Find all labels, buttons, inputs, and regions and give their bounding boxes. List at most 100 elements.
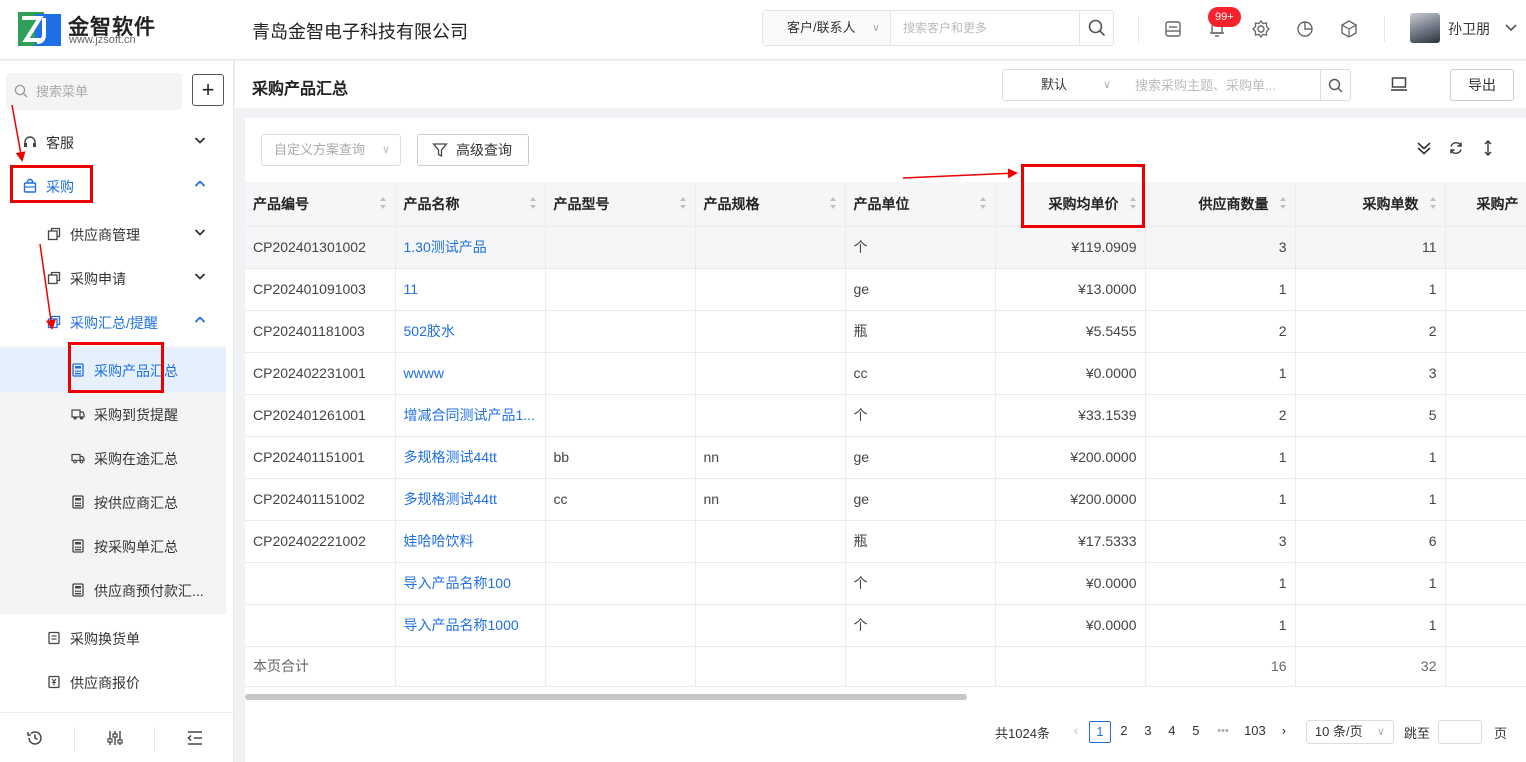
product-name-cell[interactable]: 增减合同测试产品1... (395, 394, 546, 437)
table-row[interactable]: CP202401151001 多规格测试44tt bb nn ge ¥200.0000 1 1 (245, 436, 1526, 479)
product-name-cell[interactable]: 11 (395, 268, 546, 311)
column-header[interactable]: 产品名称 (395, 182, 546, 227)
sidebar-item-label: 采购 (46, 179, 74, 195)
sidebar-item-supplier-management[interactable]: 供应商管理 (0, 212, 226, 256)
order-count-cell: 1 (1295, 268, 1446, 311)
user-name[interactable]: 孙卫朋 (1448, 19, 1490, 39)
sort-icon[interactable] (1279, 194, 1287, 212)
table-row[interactable]: CP202401261001 增减合同测试产品1... 个 ¥33.1539 2 5 (245, 394, 1526, 437)
sidebar-item-in-transit-summary[interactable]: 采购在途汇总 (0, 436, 226, 480)
column-header[interactable]: 产品规格 (695, 182, 846, 227)
add-menu-button[interactable]: + (192, 74, 224, 106)
view-select[interactable]: 默认 ∨ (1002, 69, 1124, 101)
sidebar-item-product-summary[interactable]: 采购产品汇总 (0, 348, 226, 392)
table-row[interactable]: CP202402221002 娃哈哈饮料 瓶 ¥17.5333 3 6 (245, 520, 1526, 563)
order-count-cell: 11 (1295, 226, 1446, 269)
order-count-cell: 1 (1295, 562, 1446, 605)
logo[interactable]: 金智软件 www.jzsoft.cn (18, 10, 158, 50)
column-header[interactable]: 采购单数 (1295, 182, 1446, 227)
product-name-cell[interactable]: 导入产品名称1000 (395, 604, 546, 647)
page-2[interactable]: 2 (1113, 721, 1135, 743)
search-type-select[interactable]: 客户/联系人 ∨ (763, 11, 891, 45)
search-button[interactable] (1079, 11, 1113, 45)
table-row[interactable]: CP202401091003 11 ge ¥13.0000 1 1 (245, 268, 1526, 311)
page-ellipsis[interactable]: ••• (1209, 721, 1237, 743)
avatar[interactable] (1410, 13, 1440, 43)
page-size-select[interactable]: 10 条/页 ∨ (1305, 720, 1394, 744)
product-name-cell[interactable]: 502胶水 (395, 310, 546, 353)
export-button[interactable]: 导出 (1450, 69, 1514, 101)
chevron-down-icon: ∨ (1376, 726, 1385, 738)
sidebar-item-supplier-summary[interactable]: 按供应商汇总 (0, 480, 226, 524)
sort-icon[interactable] (529, 194, 537, 212)
page-unit-label: 页 (1493, 725, 1507, 741)
product-unit-cell: 个 (845, 226, 996, 269)
sidebar-item-supplier-quote[interactable]: 供应商报价 (0, 660, 226, 704)
product-name-cell[interactable]: wwww (395, 352, 546, 395)
horizontal-scrollbar[interactable] (245, 692, 1526, 702)
table-row[interactable]: CP202402231001 wwww cc ¥0.0000 1 3 (245, 352, 1526, 395)
jump-page-input[interactable] (1437, 720, 1482, 744)
sidebar-item-exchange-order[interactable]: 采购换货单 (0, 616, 226, 660)
history-icon[interactable] (24, 727, 46, 749)
scrollbar-thumb[interactable] (245, 694, 967, 700)
prev-page-icon[interactable]: ‹ (1065, 721, 1087, 743)
product-name-cell[interactable]: 多规格测试44tt (395, 436, 546, 479)
search-button[interactable] (1320, 69, 1351, 101)
sort-icon[interactable] (1129, 194, 1137, 212)
inbox-icon[interactable] (1161, 17, 1185, 41)
sidebar-item-order-summary[interactable]: 按采购单汇总 (0, 524, 226, 568)
purchase-search-input[interactable] (1123, 69, 1321, 101)
menu-search-input[interactable] (6, 73, 182, 110)
column-header[interactable]: 产品单位 (845, 182, 996, 227)
table-row[interactable]: CP202401151002 多规格测试44tt cc nn ge ¥200.0000 1 1 (245, 478, 1526, 521)
collapse-menu-icon[interactable] (184, 727, 206, 749)
table-row[interactable]: CP202401301002 1.30测试产品 个 ¥119.0909 3 11 (245, 226, 1526, 269)
table-row[interactable]: 导入产品名称100 个 ¥0.0000 1 1 (245, 562, 1526, 605)
product-name-cell[interactable]: 多规格测试44tt (395, 478, 546, 521)
product-name-cell[interactable]: 1.30测试产品 (395, 226, 546, 269)
global-search-input[interactable] (891, 11, 1081, 45)
sidebar-item-purchase[interactable]: 采购 (0, 164, 226, 208)
table-row[interactable]: CP202401181003 502胶水瓶 ¥5.5455 2 2 (245, 310, 1526, 353)
chevron-down-icon (194, 273, 206, 280)
supplier-count-cell: 1 (1145, 436, 1296, 479)
sort-icon[interactable] (379, 194, 387, 212)
sidebar: + 客服 采购 供应商管理 采购申请 采购汇总/提醒 采购产品汇总 采购到货提醒 (0, 61, 234, 762)
chevron-down-icon[interactable] (1504, 20, 1518, 34)
quote-icon (46, 674, 62, 690)
sort-icon[interactable] (1429, 194, 1437, 212)
next-page-icon[interactable]: › (1273, 721, 1295, 743)
sort-icon[interactable] (679, 194, 687, 212)
product-name-cell[interactable]: 导入产品名称100 (395, 562, 546, 605)
product-unit-cell: ge (845, 268, 996, 311)
sidebar-item-arrival-reminder[interactable]: 采购到货提醒 (0, 392, 226, 436)
sidebar-item-purchase-request[interactable]: 采购申请 (0, 256, 226, 300)
monitor-icon[interactable] (1390, 75, 1408, 93)
column-header[interactable]: 产品编号 (245, 182, 396, 227)
column-header[interactable]: 产品型号 (545, 182, 696, 227)
page-1[interactable]: 1 (1088, 721, 1111, 743)
cube-icon[interactable] (1337, 17, 1361, 41)
column-header[interactable]: 供应商数量 (1145, 182, 1296, 227)
page-title: 采购产品汇总 (252, 81, 349, 98)
page-5[interactable]: 5 (1185, 721, 1207, 743)
sort-icon[interactable] (829, 194, 837, 212)
sliders-icon[interactable] (104, 727, 126, 749)
pie-chart-icon[interactable] (1293, 17, 1317, 41)
supplier-count-cell: 1 (1145, 478, 1296, 521)
top-bar: 金智软件 www.jzsoft.cn 青岛金智电子科技有限公司 客户/联系人 ∨… (0, 0, 1526, 60)
page-3[interactable]: 3 (1137, 721, 1159, 743)
sidebar-item-purchase-summary[interactable]: 采购汇总/提醒 (0, 300, 226, 344)
table-row[interactable]: 导入产品名称1000 个 ¥0.0000 1 1 (245, 604, 1526, 647)
gear-icon[interactable] (1249, 17, 1273, 41)
page-4[interactable]: 4 (1161, 721, 1183, 743)
column-header[interactable]: 采购产 (1445, 182, 1526, 227)
column-header[interactable]: 采购均单价 (995, 182, 1146, 227)
product-unit-cell: 瓶 (845, 310, 996, 353)
sidebar-item-customer-service[interactable]: 客服 (0, 120, 226, 164)
page-last[interactable]: 103 (1239, 721, 1271, 743)
product-name-cell[interactable]: 娃哈哈饮料 (395, 520, 546, 563)
sidebar-item-prepayment-summary[interactable]: 供应商预付款汇... (0, 568, 226, 612)
sort-icon[interactable] (979, 194, 987, 212)
